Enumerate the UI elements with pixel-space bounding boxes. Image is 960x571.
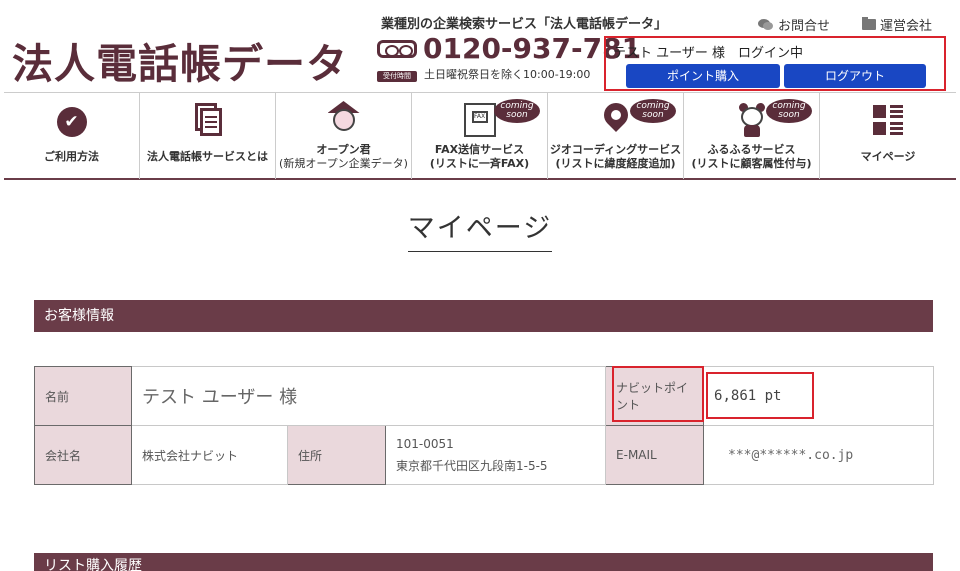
map-pin-icon: [598, 98, 633, 137]
nav-label-line2: (新規オープン企業データ): [279, 157, 408, 170]
nav-label: ふるふるサービス (リストに顧客属性付与): [684, 143, 819, 171]
name-value: テスト ユーザー 様: [130, 366, 607, 426]
nav-label: マイページ: [860, 150, 916, 163]
name-value-text: テスト ユーザー 様: [142, 387, 298, 408]
buy-points-button[interactable]: ポイント購入: [626, 64, 780, 88]
nav-item-about-service[interactable]: 法人電話帳サービスとは: [140, 93, 276, 179]
coming-soon-badge: coming soon: [630, 99, 676, 123]
site-header: 法人電話帳データ 業種別の企業検索サービス「法人電話帳データ」 受付時間 012…: [0, 0, 960, 92]
company-link[interactable]: 運営会社: [862, 15, 932, 34]
panda-mascot-icon: [735, 101, 769, 137]
chat-bubble-icon: [758, 18, 774, 31]
postal-code: 101-0051: [396, 437, 454, 451]
company-label: 会社名: [34, 425, 132, 485]
email-value: ***@******.co.jp: [703, 425, 935, 485]
coming-soon-badge: coming soon: [494, 99, 540, 123]
table-row: 会社名 株式会社ナビット 住所 101-0051 東京都千代田区九段南1-5-5…: [34, 425, 935, 485]
nav-label-line2: (リストに一斉FAX): [429, 157, 530, 170]
phone-hours: 土日曜祝祭日を除く10:00-19:00: [424, 68, 591, 81]
nav-item-open-kun[interactable]: オープン君 (新規オープン企業データ): [276, 93, 412, 179]
street-address: 東京都千代田区九段南1-5-5: [396, 459, 548, 473]
company-link-label: 運営会社: [880, 19, 933, 34]
login-panel: テスト ユーザー 様 ログイン中 ポイント購入 ログアウト: [604, 36, 946, 91]
main-nav: ✔ ご利用方法 法人電話帳サービスとは オープン君 (新規オープン企業データ) …: [4, 92, 956, 180]
purchase-history-section-header: リスト購入履歴: [34, 553, 933, 571]
mascot-house-icon: [324, 101, 364, 137]
coming-soon-badge: coming soon: [766, 99, 812, 123]
nav-label-line1: ふるふるサービス: [707, 143, 796, 156]
company-value: 株式会社ナビット: [131, 425, 288, 485]
name-label: 名前: [34, 366, 132, 426]
fax-icon: FAX: [463, 103, 496, 137]
nav-item-mypage[interactable]: マイページ: [820, 93, 956, 179]
points-value-highlight: [706, 372, 814, 419]
login-status: テスト ユーザー 様 ログイン中: [613, 46, 804, 61]
nav-label-line1: FAX送信サービス: [434, 143, 525, 156]
nav-label: FAX送信サービス (リストに一斉FAX): [412, 143, 547, 171]
site-tagline: 業種別の企業検索サービス「法人電話帳データ」: [381, 17, 668, 32]
nav-item-usage[interactable]: ✔ ご利用方法: [4, 93, 140, 179]
nav-item-fax[interactable]: FAX coming soon FAX送信サービス (リストに一斉FAX): [412, 93, 548, 179]
points-label-highlight: [612, 366, 704, 422]
nav-label: 法人電話帳サービスとは: [147, 150, 268, 163]
nav-label-line1: オープン君: [316, 143, 371, 156]
nav-label-line2: (リストに緯度経度追加): [555, 157, 676, 170]
nav-label: ご利用方法: [44, 150, 99, 163]
fax-icon-label: FAX: [471, 111, 488, 123]
logout-button[interactable]: ログアウト: [784, 64, 926, 88]
folder-icon: [862, 17, 876, 30]
contact-link-label: お問合せ: [778, 19, 831, 34]
contact-link[interactable]: お問合せ: [758, 15, 830, 34]
grid-list-icon: [873, 105, 903, 135]
customer-info-section-header: お客様情報: [34, 300, 933, 332]
address-label: 住所: [287, 425, 386, 485]
free-dial-icon: 受付時間: [377, 40, 417, 82]
nav-item-furufuru[interactable]: coming soon ふるふるサービス (リストに顧客属性付与): [684, 93, 820, 179]
documents-icon: [194, 103, 222, 136]
nav-label: オープン君 (新規オープン企業データ): [276, 143, 411, 171]
check-circle-icon: ✔: [56, 107, 87, 137]
reception-badge: 受付時間: [377, 71, 417, 82]
page-title: マイページ: [0, 206, 960, 252]
nav-label-line1: ジオコーディングサービス: [549, 143, 682, 156]
address-value: 101-0051 東京都千代田区九段南1-5-5: [384, 425, 607, 485]
site-logo[interactable]: 法人電話帳データ: [12, 30, 348, 90]
page-title-text: マイページ: [407, 206, 553, 252]
email-value-text: ***@******.co.jp: [728, 447, 854, 463]
nav-label-line2: (リストに顧客属性付与): [691, 157, 812, 170]
nav-label: ジオコーディングサービス (リストに緯度経度追加): [548, 143, 683, 171]
nav-item-geocoding[interactable]: coming soon ジオコーディングサービス (リストに緯度経度追加): [548, 93, 684, 179]
email-label: E-MAIL: [605, 425, 705, 485]
